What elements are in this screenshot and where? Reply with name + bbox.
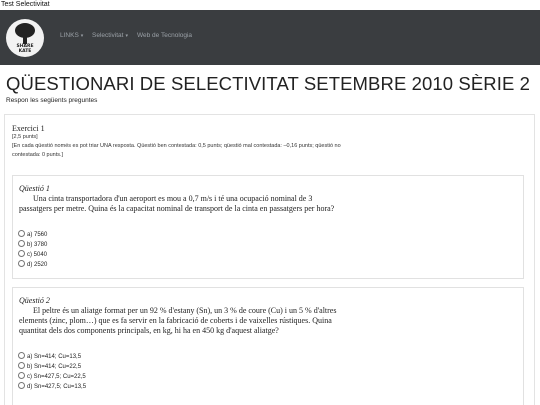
nav-selectivitat-dropdown[interactable]: Selectivitat ▾	[92, 32, 128, 40]
question-text: El peltre és un aliatge format per un 92…	[19, 306, 337, 335]
answer-option[interactable]: a) 7560	[18, 230, 47, 238]
radio-button[interactable]	[18, 260, 25, 267]
window-title: Test Selectivitat	[1, 1, 50, 8]
option-label: d) Sn=427,5; Cu=13,5	[27, 384, 87, 390]
window-titlebar: Test Selectivitat	[0, 0, 540, 10]
radio-button[interactable]	[18, 352, 25, 359]
question-text: Una cinta transportadora d'un aeroport e…	[19, 194, 335, 213]
nav-links-dropdown[interactable]: LINKS ▾	[60, 32, 83, 40]
page-subtitle: Respon les següents preguntes	[6, 97, 98, 104]
radio-button[interactable]	[18, 382, 25, 389]
question-title: Qüestió 2	[19, 296, 50, 305]
option-label: a) Sn=414; Cu=13,5	[27, 354, 82, 360]
option-label: a) 7560	[27, 232, 48, 238]
nav-web-link[interactable]: Web de Tecnologia	[137, 32, 192, 40]
question-card: Qüestió 2 El peltre és un aliatge format…	[12, 287, 524, 405]
question-card: Qüestió 1 Una cinta transportadora d'un …	[12, 175, 524, 279]
option-label: c) 5040	[27, 252, 48, 258]
logo-text: SHARE KATE	[16, 44, 34, 54]
radio-button[interactable]	[18, 240, 25, 247]
page-title: QÜESTIONARI DE SELECTIVITAT SETEMBRE 201…	[6, 73, 531, 94]
answer-option[interactable]: b) 3780	[18, 240, 47, 248]
exercise-points: [2,5 punts]	[12, 134, 38, 140]
answer-option[interactable]: a) Sn=414; Cu=13,5	[18, 352, 81, 360]
radio-button[interactable]	[18, 230, 25, 237]
answer-option[interactable]: c) 5040	[18, 250, 47, 258]
exercise-title: Exercici 1	[12, 124, 45, 133]
answer-option[interactable]: c) Sn=427,5; Cu=22,5	[18, 372, 86, 380]
answer-option[interactable]: b) Sn=414; Cu=22,5	[18, 362, 81, 370]
radio-button[interactable]	[18, 250, 25, 257]
site-logo[interactable]: SHARE KATE	[6, 19, 44, 57]
option-label: b) Sn=414; Cu=22,5	[27, 364, 82, 370]
nav-selectivitat-label: Selectivitat	[92, 32, 124, 39]
nav-web-label: Web de Tecnologia	[137, 32, 193, 39]
tree-trunk	[23, 36, 27, 44]
question-title: Qüestió 1	[19, 184, 50, 193]
radio-button[interactable]	[18, 362, 25, 369]
option-label: d) 2520	[27, 262, 48, 268]
caret-down-icon: ▾	[125, 33, 128, 39]
option-label: c) Sn=427,5; Cu=22,5	[27, 374, 86, 380]
radio-button[interactable]	[18, 372, 25, 379]
exercise-instructions: [En cada qüestió només es pot triar UNA …	[12, 143, 341, 158]
nav-links-label: LINKS	[60, 32, 79, 39]
answer-option[interactable]: d) 2520	[18, 260, 47, 268]
answer-option[interactable]: d) Sn=427,5; Cu=13,5	[18, 382, 86, 390]
caret-down-icon: ▾	[80, 33, 84, 39]
option-label: b) 3780	[27, 242, 48, 248]
